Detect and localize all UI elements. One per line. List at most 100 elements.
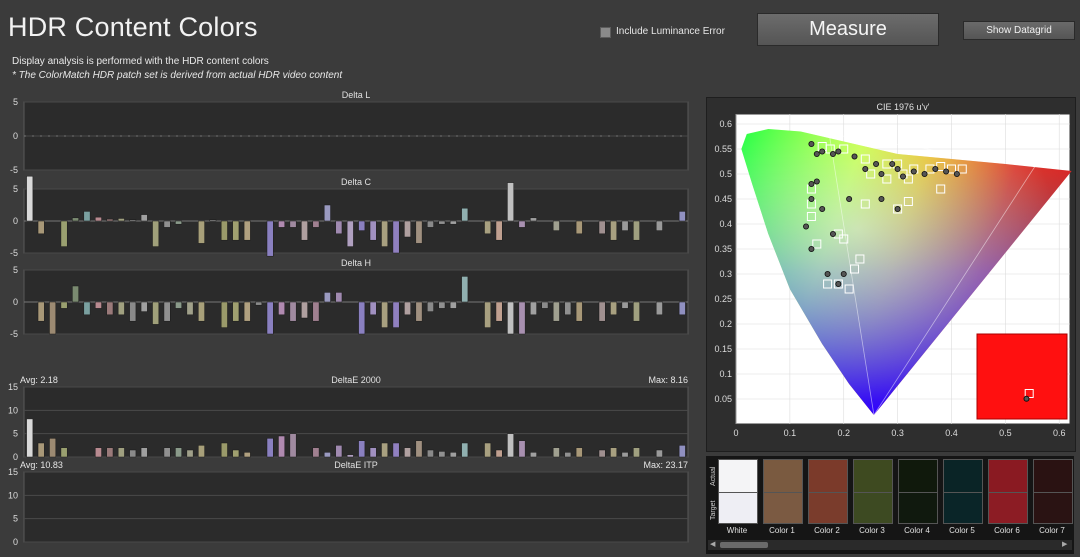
delta-e-2000-bar bbox=[26, 418, 34, 458]
delta-c-bar bbox=[404, 220, 411, 238]
swatch-7[interactable]: Color 7 bbox=[1033, 459, 1073, 535]
delta-e-2000-tick-label: 0 bbox=[13, 452, 18, 462]
delta-c-bar bbox=[323, 204, 331, 222]
swatch-6[interactable]: Color 6 bbox=[988, 459, 1028, 535]
delta-h-bar bbox=[381, 301, 389, 328]
delta-l-tick-label: 5 bbox=[13, 97, 18, 107]
delta-c-bar bbox=[278, 220, 285, 228]
cie-y-tick: 0.1 bbox=[719, 369, 732, 379]
delta-h-bar bbox=[678, 301, 686, 316]
delta-c-bar bbox=[346, 220, 354, 247]
delta-e-2000-bar bbox=[518, 440, 526, 458]
delta-h-bar bbox=[610, 301, 617, 316]
delta-h-bar bbox=[323, 292, 331, 303]
delta-e-2000-bar bbox=[552, 447, 560, 458]
delta-c-bar bbox=[152, 220, 160, 247]
delta-e-2000-bar bbox=[346, 454, 354, 458]
delta-e-itp-tick-label: 0 bbox=[13, 537, 18, 547]
delta-e-itp-tick-label: 5 bbox=[13, 514, 18, 524]
delta-e-2000-bar bbox=[575, 447, 583, 458]
delta-h-bar bbox=[301, 301, 308, 319]
swatch-panel: Actual Target White Color 1 Color 2 Color 3… bbox=[706, 456, 1074, 554]
cie-y-tick: 0.2 bbox=[719, 319, 732, 329]
delta-e-2000-bar bbox=[129, 449, 137, 458]
delta-h-bar bbox=[461, 276, 469, 303]
swatch-target bbox=[988, 493, 1028, 524]
delta-c-bar bbox=[610, 220, 617, 241]
delta-c-bar bbox=[163, 220, 171, 228]
delta-h-bar bbox=[655, 301, 663, 316]
swatch-5[interactable]: Color 5 bbox=[943, 459, 983, 535]
delta-e-2000-bar bbox=[598, 449, 606, 458]
delta-h-bar bbox=[438, 301, 446, 309]
actual-marker bbox=[851, 153, 858, 160]
show-datagrid-button[interactable]: Show Datagrid bbox=[963, 21, 1075, 40]
delta-c-bar bbox=[209, 219, 217, 222]
delta-e-itp-tick-label: 10 bbox=[8, 490, 18, 500]
swatch-2[interactable]: Color 2 bbox=[808, 459, 848, 535]
swatch-target bbox=[718, 493, 758, 524]
delta-e-2000-bar bbox=[278, 435, 285, 458]
scroll-thumb[interactable] bbox=[720, 542, 768, 548]
delta-h-bar bbox=[266, 301, 274, 335]
measure-button[interactable]: Measure bbox=[757, 13, 939, 46]
delta-c-bar bbox=[633, 220, 640, 241]
actual-marker bbox=[835, 280, 842, 287]
actual-marker bbox=[953, 171, 960, 178]
swatch-3[interactable]: Color 3 bbox=[853, 459, 893, 535]
actual-marker bbox=[846, 196, 853, 203]
delta-c-bar bbox=[530, 217, 537, 222]
delta-h-bar bbox=[152, 301, 160, 325]
actual-marker bbox=[808, 181, 815, 188]
delta-h-bar bbox=[564, 301, 572, 316]
delta-l-title: Delta L bbox=[342, 90, 371, 100]
cie-title: CIE 1976 u'v' bbox=[877, 102, 930, 112]
swatch-1[interactable]: Color 1 bbox=[763, 459, 803, 535]
delta-l-tick-label: -5 bbox=[10, 165, 18, 175]
delta-e-2000-bar bbox=[369, 447, 377, 458]
delta-h-bar bbox=[427, 301, 434, 312]
swatch-actual bbox=[988, 459, 1028, 493]
delta-l-chart: Delta L 5 0 -5 bbox=[10, 90, 689, 175]
cie-y-tick: 0.4 bbox=[719, 219, 732, 229]
delta-e-itp-title: DeltaE ITP bbox=[334, 460, 378, 470]
delta-c-title: Delta C bbox=[341, 177, 372, 187]
delta-e-itp-plot-area bbox=[23, 471, 689, 543]
delta-e-2000-bar bbox=[198, 445, 205, 458]
cie-y-tick: 0.35 bbox=[714, 244, 732, 254]
actual-marker bbox=[819, 148, 826, 155]
actual-marker bbox=[840, 270, 847, 277]
delta-c-bar bbox=[484, 220, 492, 235]
swatch-actual bbox=[808, 459, 848, 493]
actual-marker bbox=[878, 196, 885, 203]
delta-e-itp-tick-label: 15 bbox=[8, 467, 18, 477]
delta-c-bar bbox=[495, 220, 503, 241]
cie-chart-panel: 0 0.1 0.2 0.3 0.4 0.5 0.6 0.6 0.55 0.5 0.45 0.4 0.35… bbox=[706, 97, 1076, 452]
delta-h-tick-label: 5 bbox=[13, 265, 18, 275]
scroll-right-arrow[interactable]: ▶ bbox=[1062, 541, 1070, 549]
delta-h-bar bbox=[633, 301, 640, 322]
delta-c-bar bbox=[232, 220, 240, 241]
swatch-label: Color 3 bbox=[859, 526, 885, 535]
delta-c-bar bbox=[598, 220, 606, 235]
swatch-4[interactable]: Color 4 bbox=[898, 459, 938, 535]
delta-e-2000-bar bbox=[484, 442, 492, 458]
delta-h-bar bbox=[72, 285, 79, 303]
scroll-left-arrow[interactable]: ◀ bbox=[710, 541, 718, 549]
swatch-scrollbar[interactable]: ◀ ▶ bbox=[708, 540, 1072, 550]
delta-h-chart: Delta H 5 0 -5 bbox=[10, 258, 689, 339]
cie-y-tick: 0.15 bbox=[714, 344, 732, 354]
delta-c-bar bbox=[26, 175, 34, 222]
cie-x-tick: 0.4 bbox=[945, 428, 958, 438]
swatch-0[interactable]: White bbox=[718, 459, 758, 535]
delta-c-tick-label: 0 bbox=[13, 216, 18, 226]
delta-h-bar bbox=[198, 301, 205, 322]
delta-h-bar bbox=[83, 301, 91, 316]
cie-x-tick: 0.1 bbox=[784, 428, 797, 438]
delta-c-bar bbox=[198, 220, 205, 244]
actual-marker bbox=[889, 161, 896, 168]
delta-h-bar bbox=[335, 292, 343, 303]
delta-e-2000-plot-area bbox=[23, 386, 689, 458]
actual-marker bbox=[873, 161, 880, 168]
delta-c-bar bbox=[83, 211, 91, 222]
